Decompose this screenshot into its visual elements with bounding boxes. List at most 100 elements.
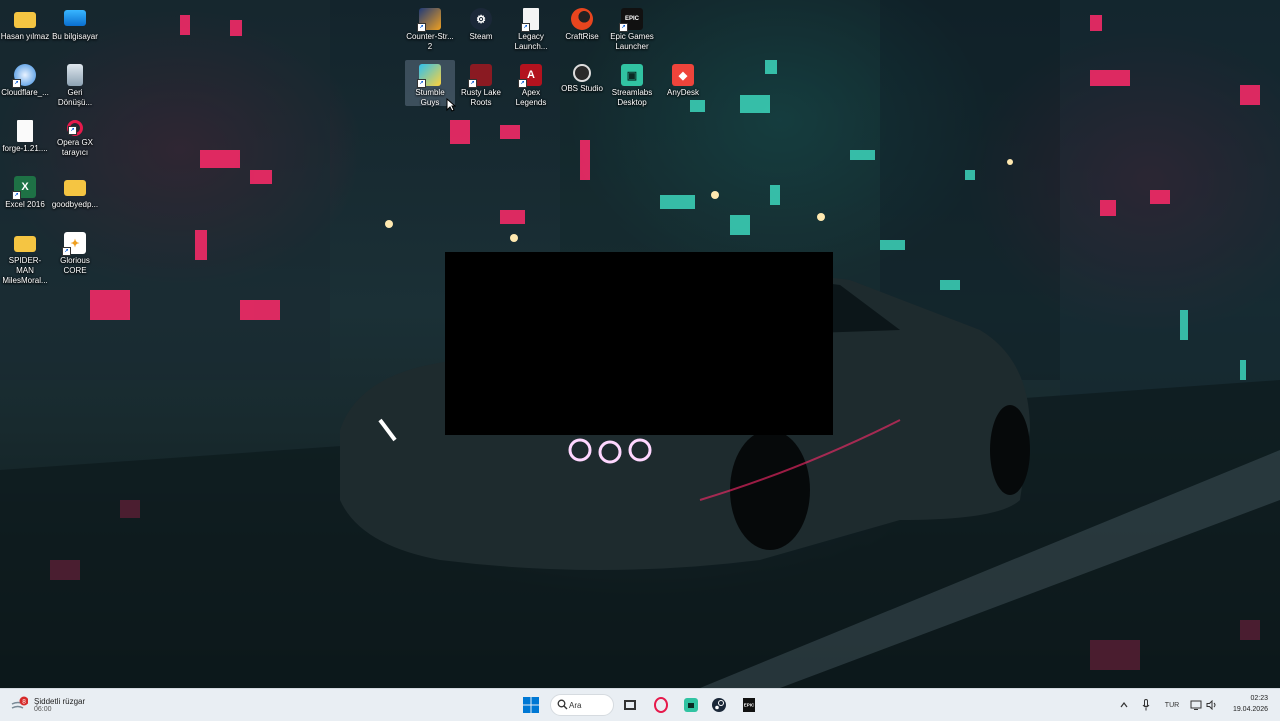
- taskbar: 8 Şiddetli rüzgar 06:00 Ara EPIC TUR 02:…: [0, 688, 1280, 721]
- streamlabs-icon: [684, 698, 698, 712]
- task-view-icon: [624, 700, 636, 710]
- desktop-icon-hasan-yilmaz[interactable]: Hasan yılmaz: [0, 4, 50, 42]
- desktop-icon-goodbyedpi[interactable]: goodbyedp...: [50, 172, 100, 210]
- desktop-icon-steam[interactable]: ⚙ Steam: [456, 4, 506, 42]
- desktop-icon-label: Rusty Lake Roots: [460, 88, 502, 107]
- folder-icon: [14, 236, 36, 252]
- desktop-icon-label: Glorious CORE: [60, 256, 90, 275]
- desktop-icon-label: Epic Games Launcher: [610, 32, 654, 51]
- desktop-icon-streamlabs[interactable]: ▣ Streamlabs Desktop: [607, 60, 657, 108]
- opera-gx-icon: [654, 697, 668, 713]
- excel-icon: X ↗: [12, 176, 36, 200]
- epic-games-icon: EPIC ↗: [619, 8, 643, 32]
- desktop-icon-craftrise[interactable]: CraftRise: [557, 4, 607, 42]
- desktop-icon-cloudflare[interactable]: ↗ Cloudflare_...: [0, 60, 50, 98]
- svg-text:EPIC: EPIC: [744, 703, 755, 708]
- desktop-icon-label: AnyDesk: [666, 88, 699, 97]
- glorious-icon: ✦ ↗: [62, 232, 86, 256]
- folder-icon: [64, 180, 86, 196]
- task-view-button[interactable]: [619, 694, 641, 716]
- desktop-icon-anydesk[interactable]: ◆ AnyDesk: [658, 60, 708, 98]
- network-button[interactable]: [1188, 689, 1204, 721]
- stumble-guys-icon: ↗: [417, 64, 441, 88]
- steam-icon: ⚙: [470, 8, 492, 30]
- desktop-icon-label: Geri Dönüşü...: [57, 88, 93, 107]
- shortcut-arrow-icon: ↗: [521, 23, 530, 32]
- system-clock[interactable]: 02:23 19.04.2026: [1233, 693, 1268, 715]
- desktop-icon-label: Hasan yılmaz: [0, 32, 50, 41]
- search-label: Ara: [569, 700, 582, 710]
- windows-logo-icon: [523, 697, 539, 713]
- shortcut-arrow-icon: ↗: [12, 79, 21, 88]
- start-button[interactable]: [520, 694, 542, 716]
- file-icon: [17, 120, 33, 142]
- taskbar-steam[interactable]: [708, 694, 730, 716]
- folder-icon: [14, 12, 36, 28]
- desktop-icon-counter-strike[interactable]: ↗ Counter-Str... 2: [405, 4, 455, 52]
- volume-button[interactable]: [1205, 689, 1219, 721]
- search-icon: [557, 699, 568, 712]
- mouse-cursor-icon: [446, 97, 457, 117]
- desktop-icon-label: Apex Legends: [515, 88, 547, 107]
- weather-title: Şiddetli rüzgar: [34, 697, 86, 706]
- desktop-icon-label: SPIDER-MAN MilesMoral...: [2, 256, 48, 285]
- desktop-icon-label: Steam: [469, 32, 493, 41]
- shortcut-arrow-icon: ↗: [68, 126, 77, 135]
- desktop-icon-this-pc[interactable]: Bu bilgisayar: [50, 4, 100, 42]
- cloudflare-icon: ↗: [12, 64, 36, 88]
- legacy-launcher-icon: ↗: [521, 8, 539, 32]
- shortcut-arrow-icon: ↗: [417, 79, 426, 88]
- network-icon: [1190, 700, 1202, 710]
- shortcut-arrow-icon: ↗: [62, 247, 71, 256]
- shortcut-arrow-icon: ↗: [468, 79, 477, 88]
- desktop-icon-opera-gx[interactable]: ↗ Opera GX tarayıcı: [50, 116, 100, 158]
- desktop-icon-label: Bu bilgisayar: [52, 32, 98, 41]
- taskbar-streamlabs[interactable]: [680, 694, 702, 716]
- wind-warning-icon: 8: [10, 696, 29, 714]
- anydesk-icon: ◆: [672, 64, 694, 86]
- desktop-icon-label: CraftRise: [565, 32, 599, 41]
- language-indicator[interactable]: TUR: [1160, 689, 1184, 721]
- taskbar-opera-gx[interactable]: [650, 694, 672, 716]
- obs-studio-icon: [573, 64, 591, 82]
- speaker-icon: [1206, 700, 1216, 710]
- clock-time: 02:23: [1250, 695, 1268, 702]
- desktop-icon-label: Counter-Str... 2: [406, 32, 454, 51]
- desktop-icon-recycle-bin[interactable]: Geri Dönüşü...: [50, 60, 100, 108]
- weather-widget[interactable]: 8 Şiddetli rüzgar 06:00: [10, 692, 85, 718]
- desktop-icon-legacy-launcher[interactable]: ↗ Legacy Launch...: [506, 4, 556, 52]
- desktop-icon-rusty-lake-roots[interactable]: ↗ Rusty Lake Roots: [456, 60, 506, 108]
- taskbar-epic-games[interactable]: EPIC: [738, 694, 760, 716]
- shortcut-arrow-icon: ↗: [417, 23, 426, 32]
- shortcut-arrow-icon: ↗: [619, 23, 628, 32]
- counter-strike-icon: ↗: [417, 8, 441, 32]
- craftrise-icon: [571, 8, 593, 30]
- desktop-icon-label: Streamlabs Desktop: [611, 88, 653, 107]
- desktop-icon-forge[interactable]: forge-1.21....: [0, 116, 50, 154]
- desktop-icon-epic-games[interactable]: EPIC ↗ Epic Games Launcher: [607, 4, 657, 52]
- taskbar-search[interactable]: Ara: [550, 694, 614, 716]
- desktop-icon-label: OBS Studio: [561, 84, 603, 93]
- chevron-up-icon: [1120, 702, 1128, 708]
- shortcut-arrow-icon: ↗: [518, 79, 527, 88]
- clock-date: 19.04.2026: [1232, 706, 1268, 713]
- opera-gx-icon: ↗: [67, 120, 83, 136]
- microphone-icon: [1142, 699, 1150, 711]
- microphone-button[interactable]: [1139, 689, 1153, 721]
- desktop-icon-label: goodbyedp...: [51, 200, 99, 209]
- desktop-icon-label: Legacy Launch...: [514, 32, 548, 51]
- desktop-icon-obs-studio[interactable]: OBS Studio: [557, 60, 607, 94]
- shortcut-arrow-icon: ↗: [12, 191, 21, 200]
- streamlabs-icon: ▣: [621, 64, 643, 86]
- language-label: TUR: [1164, 701, 1180, 709]
- show-hidden-icons-button[interactable]: [1117, 689, 1131, 721]
- desktop-icon-apex-legends[interactable]: A ↗ Apex Legends: [506, 60, 556, 108]
- desktop-icon-spider-man[interactable]: SPIDER-MAN MilesMoral...: [0, 228, 50, 286]
- recycle-bin-icon: [67, 64, 83, 86]
- epic-games-icon: EPIC: [743, 698, 755, 712]
- desktop-icon-label: Opera GX tarayıcı: [56, 138, 93, 157]
- monitor-icon: [64, 10, 86, 26]
- desktop-icon-excel[interactable]: X ↗ Excel 2016: [0, 172, 50, 210]
- desktop-icon-glorious-core[interactable]: ✦ ↗ Glorious CORE: [50, 228, 100, 276]
- rusty-lake-icon: ↗: [468, 64, 492, 88]
